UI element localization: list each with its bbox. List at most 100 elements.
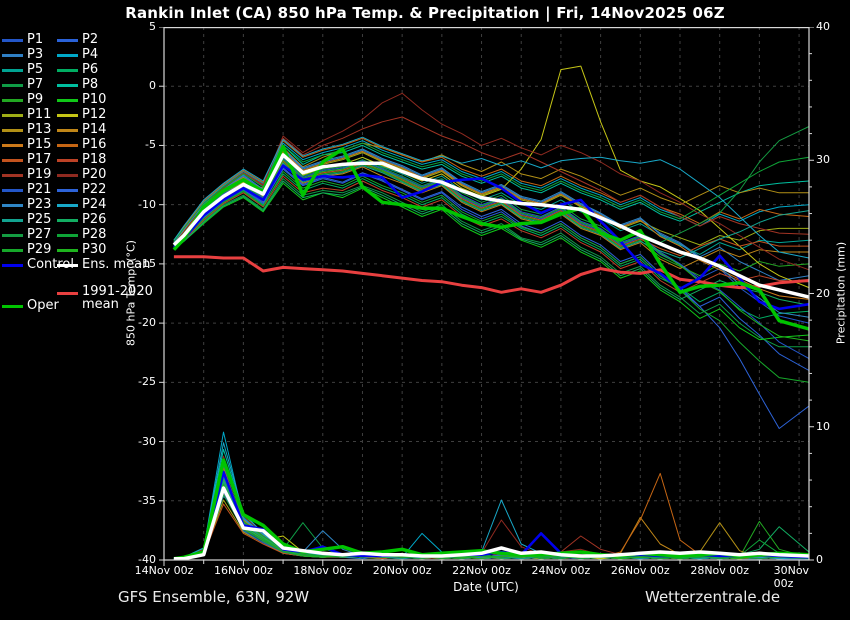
legend-label-p4: P4 — [82, 47, 98, 62]
left-tick-label: -5 — [124, 138, 156, 151]
control-swatch — [2, 264, 23, 267]
legend-label-p19: P19 — [27, 167, 51, 182]
p26-swatch — [57, 219, 78, 222]
p27-swatch — [2, 234, 23, 237]
p13-swatch — [2, 129, 23, 132]
legend-label-p7: P7 — [27, 77, 43, 92]
p3-swatch — [2, 54, 23, 57]
model-info: GFS Ensemble, 63N, 92W — [118, 588, 309, 606]
p20-swatch — [57, 174, 78, 177]
legend-label-p6: P6 — [82, 62, 98, 77]
legend-label-p14: P14 — [82, 122, 106, 137]
p16-swatch — [57, 144, 78, 147]
x-tick-label: 20Nov 00z — [373, 564, 432, 577]
p17-swatch — [2, 159, 23, 162]
legend-label-p9: P9 — [27, 92, 43, 107]
p30-swatch — [57, 249, 78, 252]
right-axis-title: Precipitation (mm) — [835, 242, 848, 344]
legend-label-p28: P28 — [82, 227, 106, 242]
legend-label-p29: P29 — [27, 242, 51, 257]
p15-swatch — [2, 144, 23, 147]
member-precip-line-P15 — [174, 485, 809, 558]
legend-label-p8: P8 — [82, 77, 98, 92]
p5-swatch — [2, 69, 23, 72]
legend-label-p26: P26 — [82, 212, 106, 227]
p9-swatch — [2, 99, 23, 102]
member-precip-line-P30 — [174, 484, 809, 559]
p4-swatch — [57, 54, 78, 57]
x-tick-label: 28Nov 00z — [690, 564, 749, 577]
left-tick-label: 0 — [124, 79, 156, 92]
p25-swatch — [2, 219, 23, 222]
left-tick-label: -40 — [124, 553, 156, 566]
right-tick-label: 10 — [816, 420, 830, 433]
climate-mean-swatch — [57, 292, 78, 295]
p2-swatch — [57, 39, 78, 42]
legend-label-p1: P1 — [27, 32, 43, 47]
p7-swatch — [2, 84, 23, 87]
ens-mean-precip-line — [174, 488, 809, 559]
member-precip-line-P28 — [174, 489, 809, 558]
legend-label-p18: P18 — [82, 152, 106, 167]
legend-label-climate: 1991-2020mean — [82, 285, 153, 311]
x-tick-label: 26Nov 00z — [611, 564, 670, 577]
legend-label-p27: P27 — [27, 227, 51, 242]
ens-mean-swatch — [57, 264, 78, 267]
p22-swatch — [57, 189, 78, 192]
legend-label-p13: P13 — [27, 122, 51, 137]
legend-label-p23: P23 — [27, 197, 51, 212]
legend-label-p12: P12 — [82, 107, 106, 122]
left-tick-label: -15 — [124, 257, 156, 270]
x-tick-label: 18Nov 00z — [293, 564, 352, 577]
x-tick-label: 30Nov 00z — [774, 564, 825, 590]
p14-swatch — [57, 129, 78, 132]
left-tick-label: -30 — [124, 435, 156, 448]
right-tick-label: 20 — [816, 287, 830, 300]
legend-label-p22: P22 — [82, 182, 106, 197]
x-tick-label: 16Nov 00z — [214, 564, 273, 577]
legend-label-p17: P17 — [27, 152, 51, 167]
member-precip-line-P1 — [174, 487, 809, 559]
p11-swatch — [2, 114, 23, 117]
chart-plot-area — [150, 27, 826, 571]
app-window: { "title": "Rankin Inlet (CA) 850 hPa Te… — [0, 0, 850, 620]
legend-label-p16: P16 — [82, 137, 106, 152]
p24-swatch — [57, 204, 78, 207]
p12-swatch — [57, 114, 78, 117]
legend-label-p5: P5 — [27, 62, 43, 77]
left-tick-label: -25 — [124, 375, 156, 388]
p28-swatch — [57, 234, 78, 237]
member-precip-line-P18 — [174, 488, 809, 559]
p8-swatch — [57, 84, 78, 87]
legend-label-p11: P11 — [27, 107, 51, 122]
right-tick-label: 0 — [816, 553, 823, 566]
left-tick-label: -20 — [124, 316, 156, 329]
p6-swatch — [57, 69, 78, 72]
p21-swatch — [2, 189, 23, 192]
p29-swatch — [2, 249, 23, 252]
legend-label-p30: P30 — [82, 242, 106, 257]
legend-label-p20: P20 — [82, 167, 106, 182]
oper-swatch — [2, 305, 23, 308]
legend-label-p24: P24 — [82, 197, 106, 212]
legend-label-oper: Oper — [27, 298, 59, 313]
x-tick-label: 24Nov 00z — [532, 564, 591, 577]
legend-label-p3: P3 — [27, 47, 43, 62]
left-tick-label: 5 — [124, 20, 156, 33]
source-watermark: Wetterzentrale.de — [645, 588, 780, 606]
p23-swatch — [2, 204, 23, 207]
legend-label-p21: P21 — [27, 182, 51, 197]
left-tick-label: -10 — [124, 198, 156, 211]
legend-label-p2: P2 — [82, 32, 98, 47]
right-tick-label: 40 — [816, 20, 830, 33]
x-tick-label: 22Nov 00z — [452, 564, 511, 577]
p10-swatch — [57, 99, 78, 102]
legend-label-p10: P10 — [82, 92, 106, 107]
x-axis-title: Date (UTC) — [453, 580, 519, 594]
legend-label-p25: P25 — [27, 212, 51, 227]
plot-border — [164, 28, 809, 560]
p1-swatch — [2, 39, 23, 42]
legend-label-p15: P15 — [27, 137, 51, 152]
p18-swatch — [57, 159, 78, 162]
right-tick-label: 30 — [816, 153, 830, 166]
